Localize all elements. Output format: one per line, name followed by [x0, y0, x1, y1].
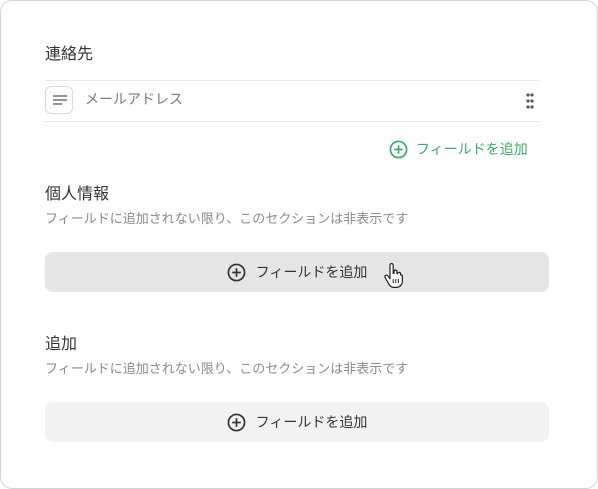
add-field-label: フィールドを追加 [255, 415, 368, 431]
field-label-email: メールアドレス [85, 92, 183, 108]
text-lines-icon [45, 86, 73, 114]
add-field-label: フィールドを追加 [416, 142, 528, 158]
add-field-label: フィールドを追加 [255, 265, 368, 281]
additional-section-description: フィールドに追加されない限り、このセクションは非表示です [45, 362, 409, 377]
additional-section-title: 追加 [45, 334, 78, 353]
personal-section-description: フィールドに追加されない限り、このセクションは非表示です [45, 212, 409, 227]
contact-add-field-link[interactable]: フィールドを追加 [389, 139, 528, 159]
plus-circle-icon [227, 413, 246, 432]
plus-circle-icon [227, 263, 246, 282]
contact-fields-panel: 連絡先 メールアドレス フィールドを追加 個人情報 フィールドに追加されない限り… [0, 0, 598, 489]
additional-add-field-button[interactable]: フィールドを追加 [45, 402, 549, 442]
personal-add-field-button[interactable]: フィールドを追加 [45, 252, 549, 292]
divider [45, 121, 539, 122]
plus-circle-icon [389, 140, 408, 159]
drag-handle-icon[interactable] [526, 93, 534, 113]
field-row-email[interactable]: メールアドレス [45, 81, 539, 121]
contact-section-title: 連絡先 [45, 44, 94, 63]
personal-section-title: 個人情報 [45, 184, 110, 203]
hand-pointer-icon [384, 262, 404, 293]
